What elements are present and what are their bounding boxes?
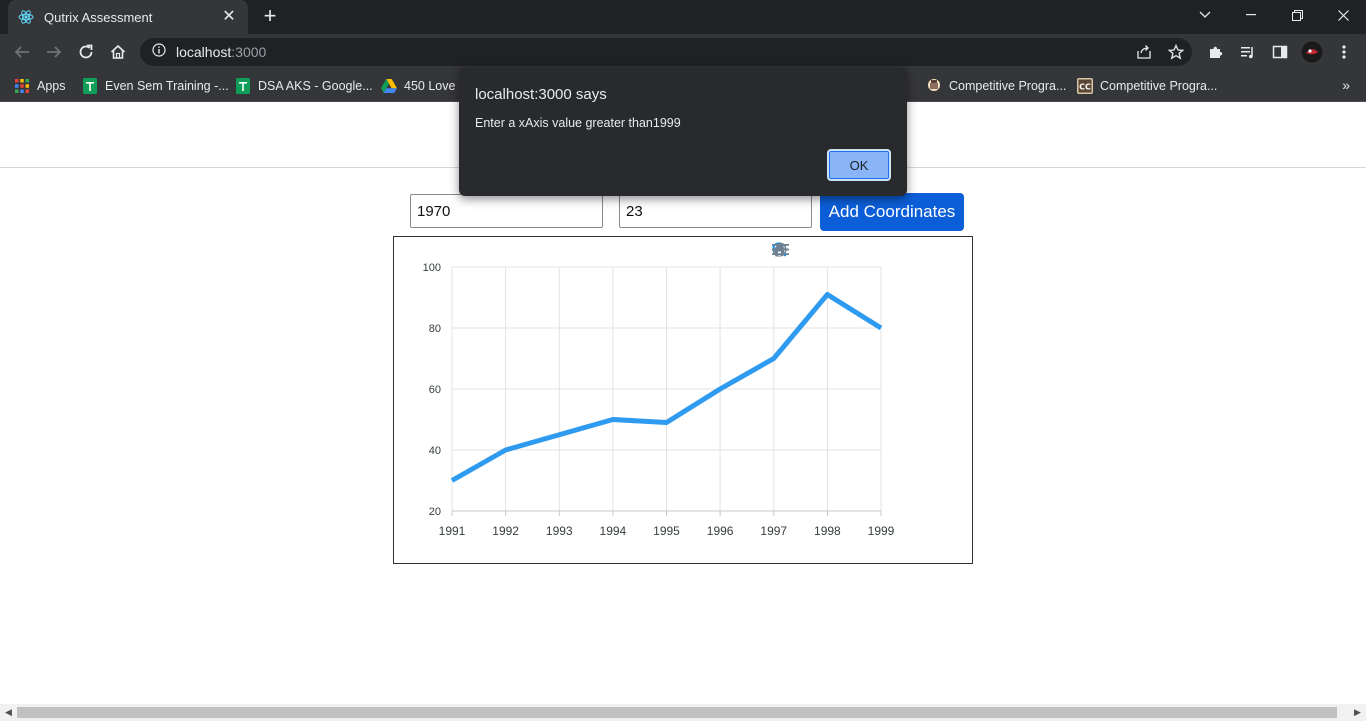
dialog-message: Enter a xAxis value greater than1999 bbox=[475, 116, 681, 130]
alert-dialog: localhost:3000 says Enter a xAxis value … bbox=[459, 67, 907, 196]
dialog-title: localhost:3000 says bbox=[475, 86, 607, 103]
site-info-icon[interactable] bbox=[152, 42, 166, 62]
data-point bbox=[879, 326, 884, 331]
tab-search-chevron-icon[interactable] bbox=[1182, 0, 1228, 30]
dialog-ok-button[interactable]: OK bbox=[827, 149, 891, 181]
bookmark-label: DSA AKS - Google... bbox=[258, 79, 373, 93]
y-tick-label: 80 bbox=[429, 323, 441, 335]
reload-icon[interactable] bbox=[74, 40, 98, 64]
chart-toolbar bbox=[772, 242, 898, 260]
close-window-icon[interactable] bbox=[1320, 0, 1366, 30]
url-host: localhost bbox=[176, 44, 232, 60]
x-tick-label: 1998 bbox=[814, 524, 841, 538]
extensions-puzzle-icon[interactable] bbox=[1204, 40, 1228, 64]
browser-toolbar: localhost:3000 bbox=[0, 34, 1366, 70]
browser-tab[interactable]: Qutrix Assessment ✕ bbox=[8, 0, 248, 34]
bookmark-competitive-programming-2[interactable]: CC Competitive Progra... bbox=[1077, 76, 1217, 96]
data-point bbox=[825, 292, 830, 297]
pan-hand-icon[interactable] bbox=[773, 242, 856, 260]
x-tick-label: 1995 bbox=[653, 524, 680, 538]
profile-avatar-icon[interactable] bbox=[1300, 40, 1324, 64]
browser-titlebar: Qutrix Assessment ✕ + bbox=[0, 0, 1366, 34]
forward-arrow-icon[interactable] bbox=[42, 40, 66, 64]
zoom-out-icon[interactable] bbox=[772, 242, 814, 260]
data-point bbox=[718, 387, 723, 392]
zoom-selection-icon[interactable] bbox=[772, 242, 835, 260]
bookmark-label: Competitive Progra... bbox=[949, 79, 1067, 93]
media-queue-icon[interactable] bbox=[1236, 40, 1260, 64]
bookmark-star-icon[interactable] bbox=[1164, 40, 1188, 64]
apps-grid-icon bbox=[14, 78, 30, 94]
back-arrow-icon[interactable] bbox=[10, 40, 34, 64]
codeforces-icon bbox=[926, 78, 942, 94]
data-point bbox=[503, 448, 508, 453]
scroll-left-arrow-icon[interactable]: ◀ bbox=[0, 704, 17, 721]
side-panel-icon[interactable] bbox=[1268, 40, 1292, 64]
horizontal-scrollbar[interactable]: ◀ ▶ bbox=[0, 704, 1366, 721]
url-port: :3000 bbox=[231, 44, 267, 60]
react-favicon-icon bbox=[18, 9, 34, 25]
bookmark-dsa-aks[interactable]: DSA AKS - Google... bbox=[235, 76, 373, 96]
google-sheets-icon bbox=[235, 78, 251, 94]
chart-canvas: 20 40 60 80 100 1991 1992 1993 1994 1995 1996 1997 1… bbox=[423, 262, 895, 538]
bookmark-even-sem-training[interactable]: Even Sem Training -... bbox=[82, 76, 229, 96]
menu-icon[interactable] bbox=[772, 242, 898, 260]
data-point bbox=[771, 356, 776, 361]
y-tick-label: 60 bbox=[429, 384, 441, 396]
close-tab-icon[interactable]: ✕ bbox=[220, 9, 238, 25]
x-tick-label: 1996 bbox=[707, 524, 734, 538]
x-tick-label: 1993 bbox=[546, 524, 573, 538]
reset-home-icon[interactable] bbox=[773, 242, 877, 260]
bookmark-450-love-babbar[interactable]: 450 Love B bbox=[381, 76, 459, 96]
bookmark-competitive-programming-1[interactable]: Competitive Progra... bbox=[926, 76, 1066, 96]
bookmark-label: Apps bbox=[37, 79, 66, 93]
data-point bbox=[664, 420, 669, 425]
data-point bbox=[557, 432, 562, 437]
browser-menu-icon[interactable] bbox=[1332, 40, 1356, 64]
google-sheets-icon bbox=[82, 78, 98, 94]
y-tick-label: 40 bbox=[429, 445, 441, 457]
line-chart: 20 40 60 80 100 1991 1992 1993 1994 1995 1996 1997 1… bbox=[393, 236, 973, 564]
x-tick-label: 1992 bbox=[492, 524, 519, 538]
restore-window-icon[interactable] bbox=[1274, 0, 1320, 30]
y-tick-label: 20 bbox=[429, 506, 441, 518]
y-axis-input[interactable] bbox=[619, 194, 812, 228]
new-tab-button[interactable]: + bbox=[258, 5, 282, 29]
tab-title: Qutrix Assessment bbox=[44, 9, 153, 25]
share-icon[interactable] bbox=[1132, 40, 1156, 64]
bookmark-label: Even Sem Training -... bbox=[105, 79, 229, 93]
home-icon[interactable] bbox=[106, 40, 130, 64]
bookmark-label: Competitive Progra... bbox=[1100, 79, 1218, 93]
x-tick-label: 1994 bbox=[600, 524, 627, 538]
svg-text:CC: CC bbox=[1079, 83, 1091, 92]
x-tick-label: 1991 bbox=[439, 524, 466, 538]
data-point bbox=[450, 478, 455, 483]
bookmark-apps[interactable]: Apps bbox=[14, 76, 66, 96]
scrollbar-thumb[interactable] bbox=[17, 707, 1337, 718]
scroll-right-arrow-icon[interactable]: ▶ bbox=[1349, 704, 1366, 721]
codechef-icon: CC bbox=[1077, 78, 1093, 94]
x-tick-label: 1999 bbox=[868, 524, 895, 538]
bookmark-label: 450 Love B bbox=[404, 79, 459, 93]
x-axis-input[interactable] bbox=[410, 194, 603, 228]
data-point bbox=[610, 417, 615, 422]
address-bar[interactable]: localhost:3000 bbox=[140, 38, 1192, 66]
add-coordinates-button[interactable]: Add Coordinates bbox=[820, 193, 964, 231]
y-tick-label: 100 bbox=[423, 262, 441, 274]
minimize-window-icon[interactable] bbox=[1228, 0, 1274, 30]
x-tick-label: 1997 bbox=[760, 524, 787, 538]
bookmarks-overflow-icon[interactable]: » bbox=[1342, 77, 1350, 93]
google-drive-icon bbox=[381, 78, 397, 94]
